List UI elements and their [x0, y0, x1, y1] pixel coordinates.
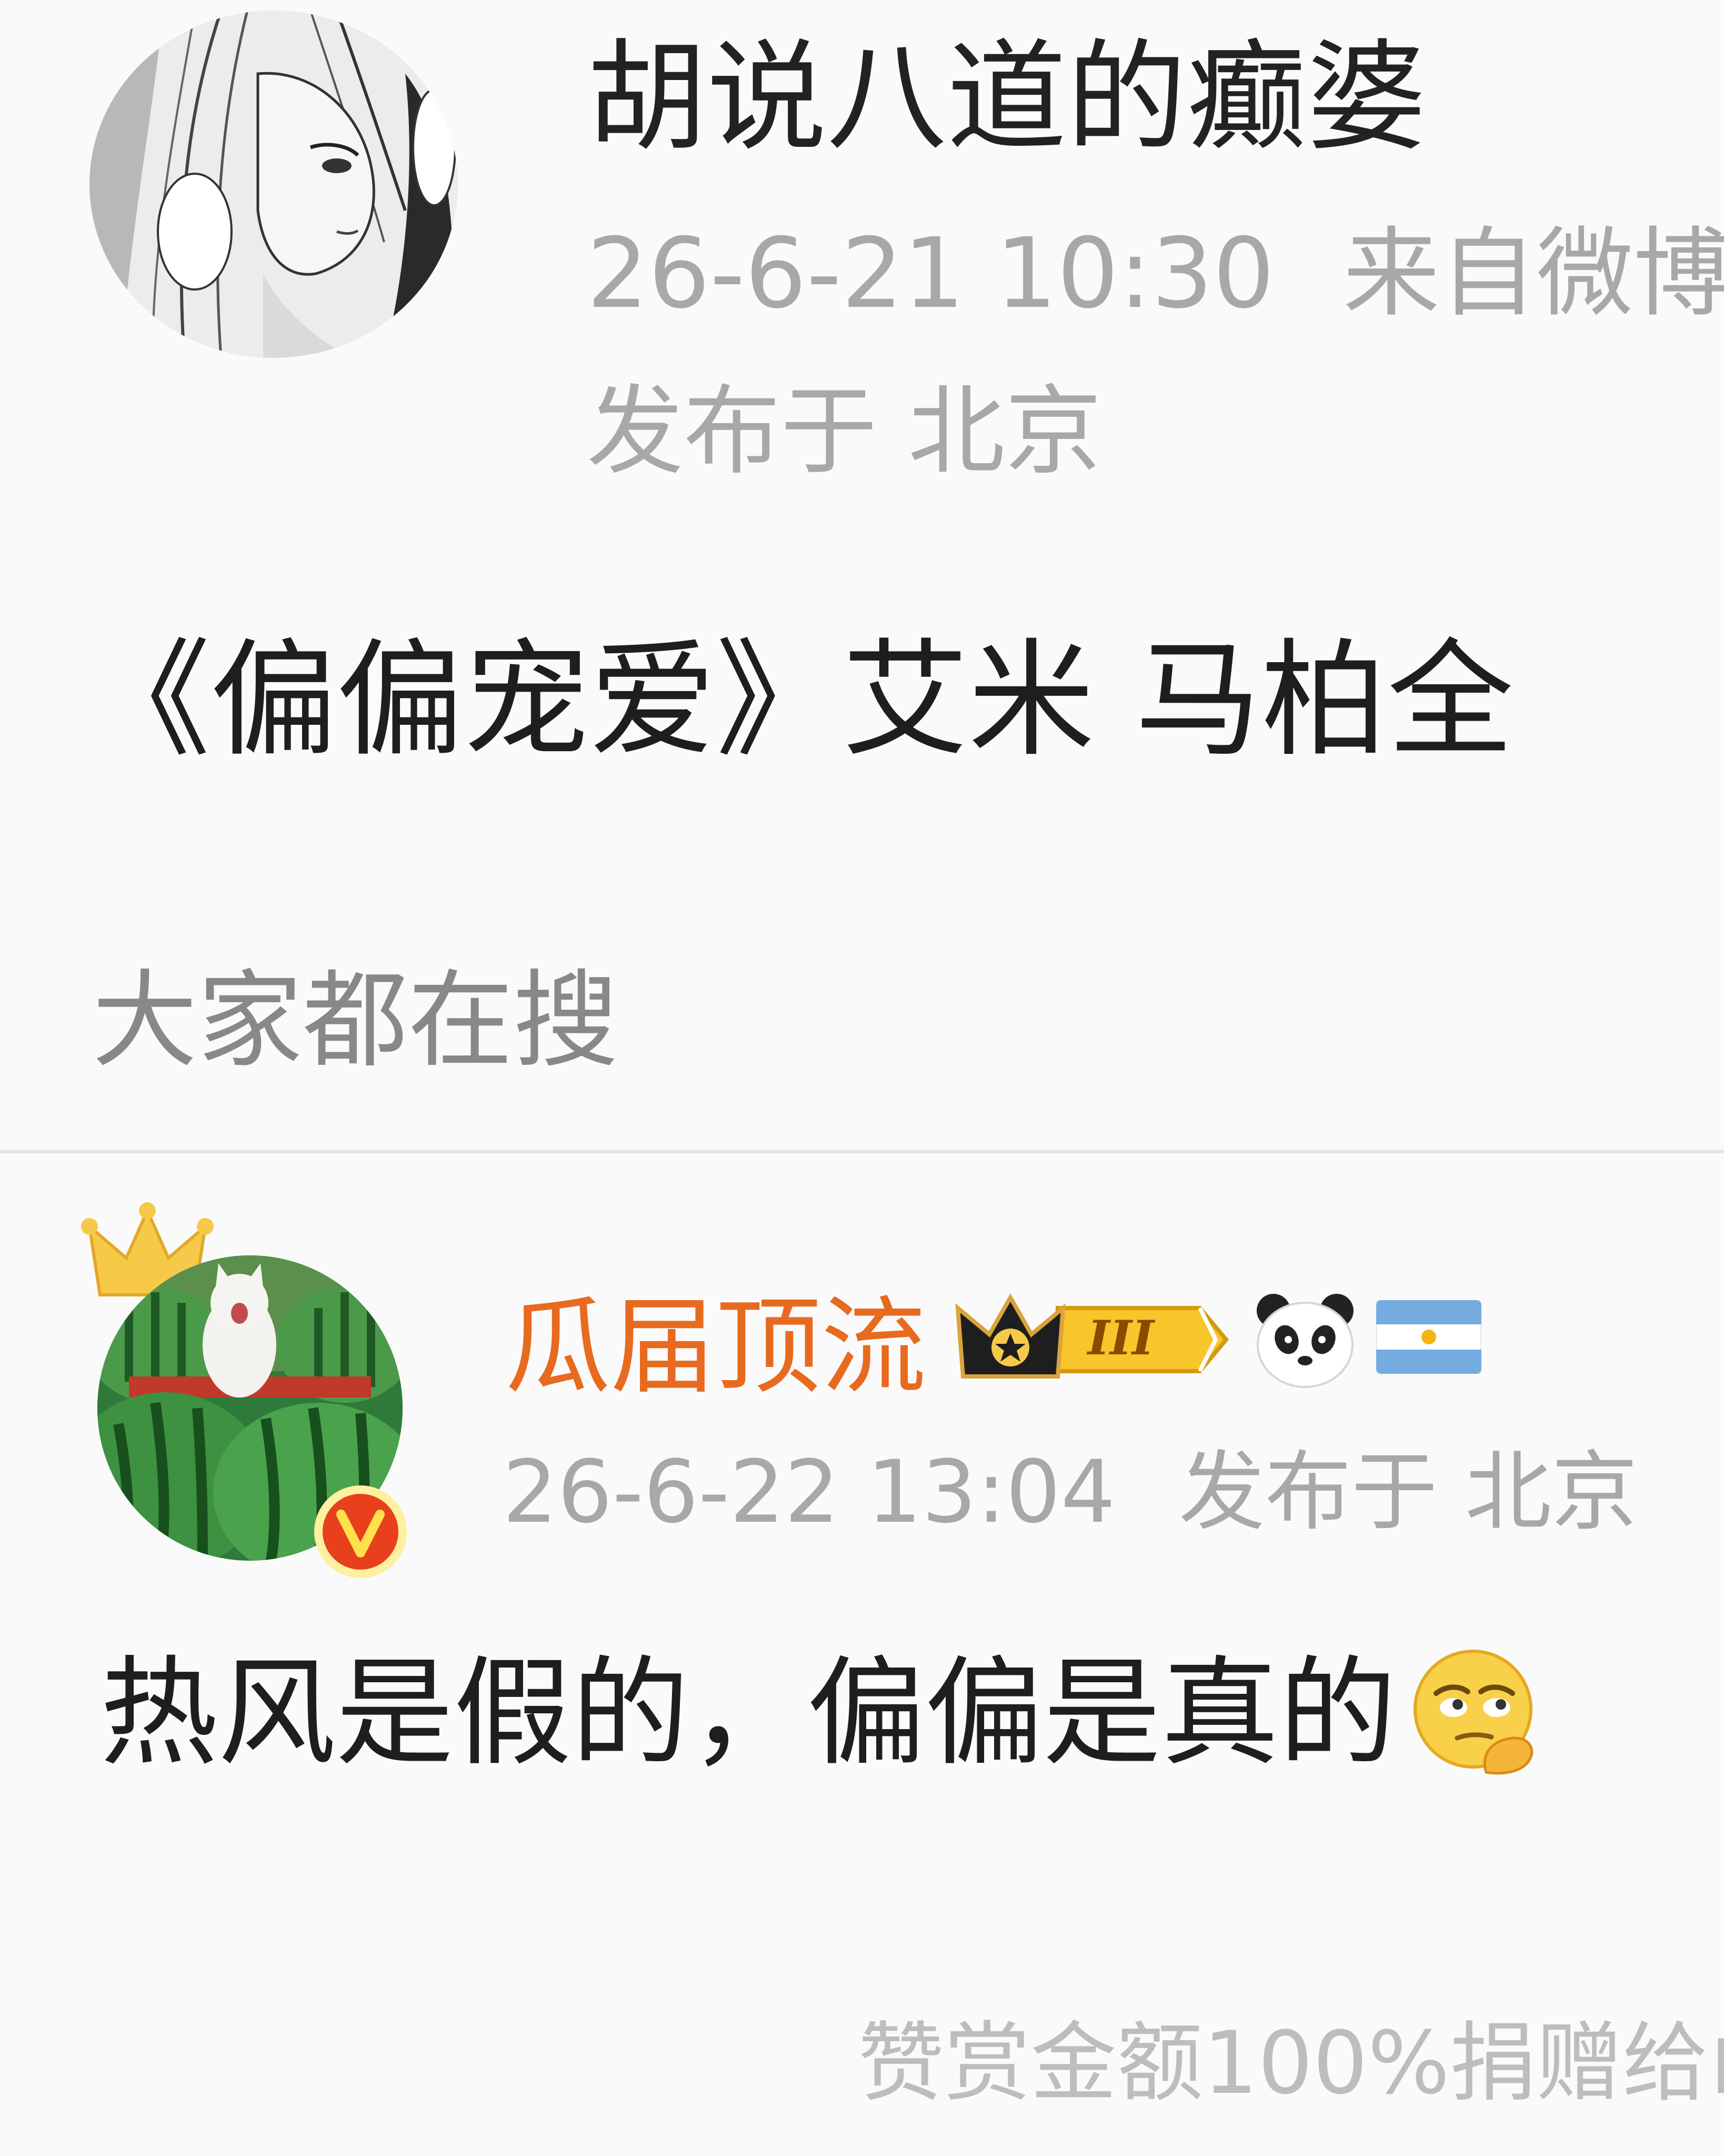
post-divider	[0, 1150, 1724, 1153]
thinking-face-emoji-icon	[1414, 1650, 1533, 1775]
post1-timestamp: 26-6-21 10:30	[587, 217, 1275, 330]
level-badge-text: III	[1086, 1310, 1156, 1366]
post2-content[interactable]: 热风是假的，偏偏是真的	[100, 1642, 1544, 1784]
post1-content[interactable]: 《偏偏宠爱》艾米 马柏全	[84, 626, 1513, 774]
post1-location: 发布于 北京	[587, 375, 1102, 488]
post2-username[interactable]: 瓜届顶流	[505, 1284, 926, 1411]
post2-timestamp: 26-6-22 13:04	[503, 1442, 1116, 1542]
verified-v-icon	[314, 1485, 407, 1578]
avatar-user-1[interactable]	[89, 11, 458, 358]
manga-girl-avatar-image	[89, 11, 458, 358]
panda-icon	[1257, 1294, 1354, 1388]
argentina-flag-icon	[1376, 1300, 1481, 1374]
post2-location: 发布于 北京	[1178, 1442, 1638, 1542]
level-crown-badge-icon[interactable]: III	[953, 1287, 1237, 1392]
post1-meta: 26-6-21 10:30 来自微博	[587, 216, 1724, 332]
reward-donation-text[interactable]: 赞赏金额100%捐赠给山	[858, 2011, 1724, 2116]
post2-meta: 26-6-22 13:04 发布于 北京	[503, 1440, 1638, 1545]
post2-content-text: 热风是假的，偏偏是真的	[100, 1644, 1397, 1782]
post1-username[interactable]: 胡说八道的癫婆	[587, 29, 1427, 166]
everyone-searching-label[interactable]: 大家都在搜	[92, 958, 618, 1084]
post1-source: 来自微博	[1342, 217, 1724, 330]
